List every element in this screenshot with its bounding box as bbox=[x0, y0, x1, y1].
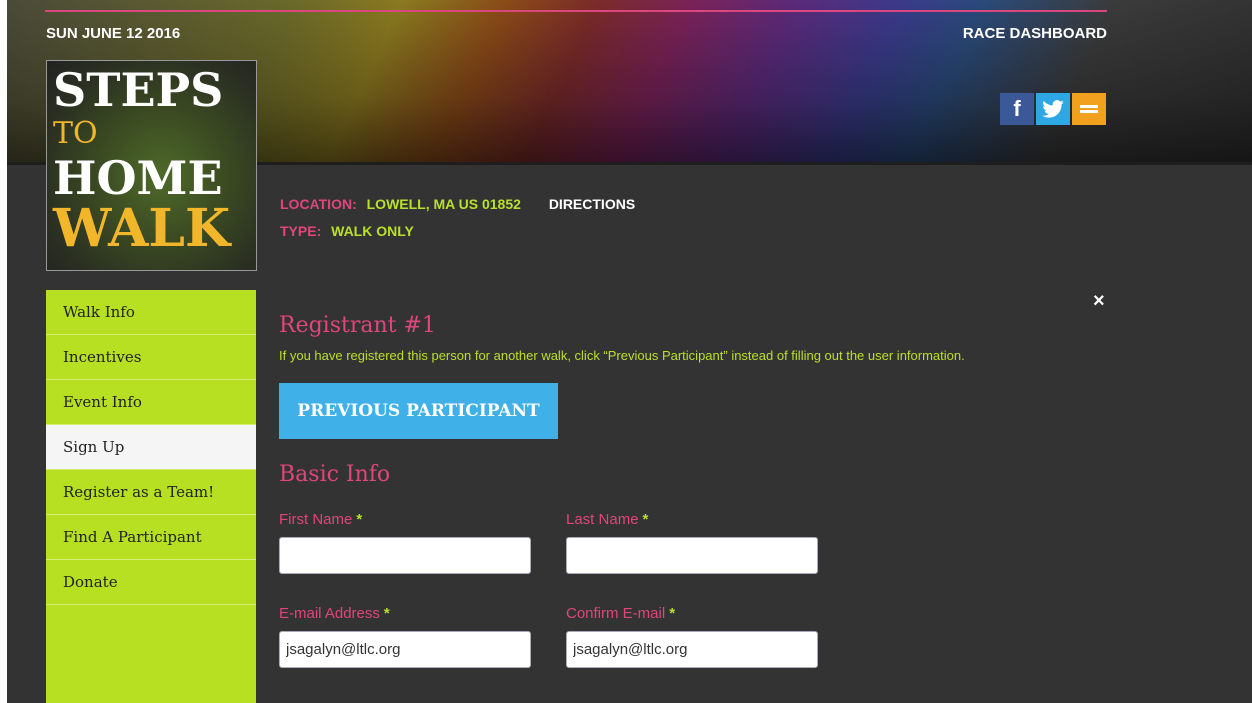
page-frame: SUN JUNE 12 2016 RACE DASHBOARD f STEPS … bbox=[7, 0, 1252, 703]
required-mark: * bbox=[356, 511, 363, 528]
facebook-icon[interactable]: f bbox=[1000, 93, 1034, 125]
confirm-email-label-text: Confirm E-mail bbox=[566, 605, 666, 622]
email-field[interactable] bbox=[279, 631, 531, 668]
logo-line-walk: WALK bbox=[53, 198, 231, 259]
confirm-email-label: Confirm E-mail * bbox=[566, 605, 675, 622]
basic-info-title: Basic Info bbox=[279, 462, 391, 487]
event-date: SUN JUNE 12 2016 bbox=[46, 25, 181, 42]
race-dashboard-link[interactable]: RACE DASHBOARD bbox=[963, 25, 1107, 42]
social-links: f bbox=[1000, 93, 1106, 125]
twitter-bird-icon bbox=[1042, 100, 1064, 118]
location-value: LOWELL, MA US 01852 bbox=[366, 196, 521, 212]
registrant-note: If you have registered this person for a… bbox=[279, 348, 965, 363]
sidebar-item-incentives[interactable]: Incentives bbox=[46, 335, 256, 380]
location-label: LOCATION: bbox=[280, 196, 357, 212]
twitter-icon[interactable] bbox=[1036, 93, 1070, 125]
required-mark: * bbox=[642, 511, 649, 528]
last-name-field[interactable] bbox=[566, 537, 818, 574]
previous-participant-button[interactable]: PREVIOUS PARTICIPANT bbox=[279, 383, 558, 439]
first-name-label-text: First Name bbox=[279, 511, 353, 528]
sidebar-item-sign-up[interactable]: Sign Up bbox=[46, 425, 256, 470]
last-name-label-text: Last Name bbox=[566, 511, 639, 528]
logo-line-to: TO bbox=[53, 116, 98, 151]
sidebar-item-find-participant[interactable]: Find A Participant bbox=[46, 515, 256, 560]
confirm-email-field[interactable] bbox=[566, 631, 818, 668]
email-label-text: E-mail Address bbox=[279, 605, 380, 622]
first-name-label: First Name * bbox=[279, 511, 362, 528]
logo-line-home: HOME bbox=[53, 151, 223, 205]
registrant-title: Registrant #1 bbox=[279, 313, 436, 338]
directions-link[interactable]: DIRECTIONS bbox=[549, 196, 635, 212]
first-name-field[interactable] bbox=[279, 537, 531, 574]
required-mark: * bbox=[383, 605, 390, 622]
email-icon[interactable] bbox=[1072, 93, 1106, 125]
type-label: TYPE: bbox=[280, 223, 322, 239]
required-mark: * bbox=[669, 605, 676, 622]
sidebar-item-donate[interactable]: Donate bbox=[46, 560, 256, 605]
type-value: WALK ONLY bbox=[331, 223, 414, 239]
close-icon[interactable]: × bbox=[1093, 290, 1105, 313]
type-line: TYPE: WALK ONLY bbox=[280, 223, 414, 239]
sidebar-nav: Walk Info Incentives Event Info Sign Up … bbox=[46, 290, 256, 703]
header-divider bbox=[45, 10, 1107, 12]
email-label: E-mail Address * bbox=[279, 605, 390, 622]
sidebar-item-register-team[interactable]: Register as a Team! bbox=[46, 470, 256, 515]
logo-line-steps: STEPS bbox=[53, 63, 224, 117]
sidebar-item-event-info[interactable]: Event Info bbox=[46, 380, 256, 425]
sidebar-item-walk-info[interactable]: Walk Info bbox=[46, 290, 256, 335]
last-name-label: Last Name * bbox=[566, 511, 648, 528]
steps-to-home-walk-logo[interactable]: STEPS TO HOME WALK bbox=[46, 60, 257, 271]
location-line: LOCATION: LOWELL, MA US 01852 DIRECTIONS bbox=[280, 196, 635, 212]
